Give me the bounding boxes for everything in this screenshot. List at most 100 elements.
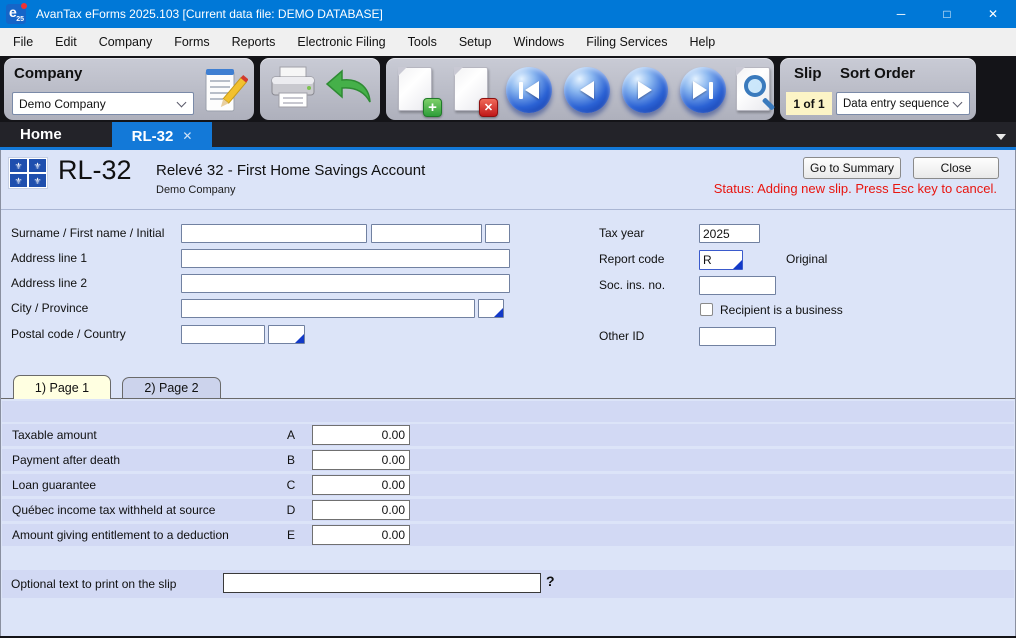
toolbar: Company Demo Company xyxy=(0,56,1016,122)
app-icon: e 25 xyxy=(6,4,26,24)
company-select[interactable]: Demo Company xyxy=(12,92,194,115)
menu-reports[interactable]: Reports xyxy=(221,28,287,56)
address2-label: Address line 2 xyxy=(11,276,87,290)
menu-windows[interactable]: Windows xyxy=(503,28,576,56)
previous-slip-button[interactable] xyxy=(564,67,610,113)
sort-order-label: Sort Order xyxy=(840,65,915,82)
close-window-button[interactable]: ✕ xyxy=(970,0,1016,28)
print-button[interactable] xyxy=(266,65,320,115)
add-slip-button[interactable]: + xyxy=(394,65,440,115)
menu-electronic-filing[interactable]: Electronic Filing xyxy=(286,28,396,56)
optional-text-label: Optional text to print on the slip xyxy=(11,577,176,591)
magnifier-icon xyxy=(744,75,766,97)
page-tab-1[interactable]: 1) Page 1 xyxy=(13,375,111,399)
amount-input-a[interactable] xyxy=(312,425,410,445)
optional-text-input[interactable] xyxy=(223,573,541,593)
find-slip-button[interactable] xyxy=(732,65,778,115)
first-slip-button[interactable] xyxy=(506,67,552,113)
form-title: Relevé 32 - First Home Savings Account xyxy=(156,162,425,179)
toolbar-company-group: Company Demo Company xyxy=(4,58,254,120)
initial-input[interactable] xyxy=(485,224,510,243)
amount-label: Taxable amount xyxy=(12,428,97,442)
menu-help[interactable]: Help xyxy=(679,28,727,56)
amount-row-a: Taxable amount A xyxy=(2,424,1014,446)
slip-label: Slip xyxy=(794,65,822,82)
name-label: Surname / First name / Initial xyxy=(11,226,164,240)
last-slip-button[interactable] xyxy=(680,67,726,113)
maximize-button[interactable]: □ xyxy=(924,0,970,28)
amount-row-d: Québec income tax withheld at source D xyxy=(2,499,1014,521)
amount-input-c[interactable] xyxy=(312,475,410,495)
surname-input[interactable] xyxy=(181,224,367,243)
amount-row-e: Amount giving entitlement to a deduction… xyxy=(2,524,1014,546)
help-icon[interactable]: ? xyxy=(546,573,555,589)
toolbar-slip-nav-group: + ✕ xyxy=(386,58,774,120)
address2-input[interactable] xyxy=(181,274,510,293)
menu-file[interactable]: File xyxy=(2,28,44,56)
next-slip-button[interactable] xyxy=(622,67,668,113)
header-separator xyxy=(1,209,1015,210)
tax-year-input[interactable] xyxy=(699,224,760,243)
title-bar: e 25 AvanTax eForms 2025.103 [Current da… xyxy=(0,0,1016,28)
recipient-business-checkbox[interactable] xyxy=(700,303,713,316)
amount-input-e[interactable] xyxy=(312,525,410,545)
form-company-name: Demo Company xyxy=(156,184,235,196)
amount-row-c: Loan guarantee C xyxy=(2,474,1014,496)
go-to-summary-button[interactable]: Go to Summary xyxy=(803,157,901,179)
country-lookup-field[interactable] xyxy=(268,325,305,344)
menu-tools[interactable]: Tools xyxy=(397,28,448,56)
amount-input-b[interactable] xyxy=(312,450,410,470)
other-id-label: Other ID xyxy=(599,329,644,343)
form-area: ⚜ ⚜ ⚜ ⚜ RL-32 Relevé 32 - First Home Sav… xyxy=(0,150,1016,636)
amount-label: Loan guarantee xyxy=(12,478,96,492)
tab-rl32[interactable]: RL-32 ✕ xyxy=(112,122,212,150)
lookup-corner-icon xyxy=(733,260,742,269)
amount-input-d[interactable] xyxy=(312,500,410,520)
menu-company[interactable]: Company xyxy=(88,28,164,56)
tab-overflow-icon[interactable] xyxy=(996,134,1006,140)
city-province-label: City / Province xyxy=(11,301,88,315)
chevron-down-icon xyxy=(177,97,187,107)
amount-box-letter: C xyxy=(284,478,298,492)
menu-bar: File Edit Company Forms Reports Electron… xyxy=(0,28,1016,56)
sort-order-select[interactable]: Data entry sequence xyxy=(836,92,970,115)
tax-year-label: Tax year xyxy=(599,226,644,240)
report-code-field[interactable]: R xyxy=(699,250,743,270)
report-code-description: Original xyxy=(786,252,827,266)
address1-input[interactable] xyxy=(181,249,510,268)
amount-box-letter: B xyxy=(284,453,298,467)
amount-box-letter: E xyxy=(284,528,298,542)
app-icon-dot xyxy=(21,3,27,9)
menu-forms[interactable]: Forms xyxy=(163,28,220,56)
window-controls: ─ □ ✕ xyxy=(878,0,1016,28)
amount-label: Québec income tax withheld at source xyxy=(12,503,215,517)
sin-input[interactable] xyxy=(699,276,776,295)
province-lookup-field[interactable] xyxy=(478,299,504,318)
other-id-input[interactable] xyxy=(699,327,776,346)
undo-icon[interactable] xyxy=(324,65,374,115)
plus-icon: + xyxy=(423,98,442,117)
window-title: AvanTax eForms 2025.103 [Current data fi… xyxy=(36,7,383,21)
tab-home[interactable]: Home xyxy=(20,122,62,148)
menu-setup[interactable]: Setup xyxy=(448,28,503,56)
toolbar-slip-order-group: Slip Sort Order 1 of 1 Data entry sequen… xyxy=(780,58,976,120)
menu-edit[interactable]: Edit xyxy=(44,28,88,56)
toolbar-print-group xyxy=(260,58,380,120)
first-name-input[interactable] xyxy=(371,224,482,243)
page-tab-2[interactable]: 2) Page 2 xyxy=(122,377,221,399)
postal-code-input[interactable] xyxy=(181,325,265,344)
edit-company-icon[interactable] xyxy=(202,65,248,115)
form-code: RL-32 xyxy=(58,155,132,186)
tab-close-icon[interactable]: ✕ xyxy=(182,129,192,143)
city-input[interactable] xyxy=(181,299,475,318)
close-form-button[interactable]: Close xyxy=(913,157,999,179)
report-code-label: Report code xyxy=(599,252,664,266)
status-message: Status: Adding new slip. Press Esc key t… xyxy=(714,181,997,196)
tab-rl32-label: RL-32 xyxy=(132,128,174,145)
lookup-corner-icon xyxy=(494,308,503,317)
amount-row-b: Payment after death B xyxy=(2,449,1014,471)
minimize-button[interactable]: ─ xyxy=(878,0,924,28)
document-tab-bar: Home RL-32 ✕ xyxy=(0,122,1016,150)
menu-filing-services[interactable]: Filing Services xyxy=(575,28,678,56)
delete-slip-button[interactable]: ✕ xyxy=(450,65,496,115)
